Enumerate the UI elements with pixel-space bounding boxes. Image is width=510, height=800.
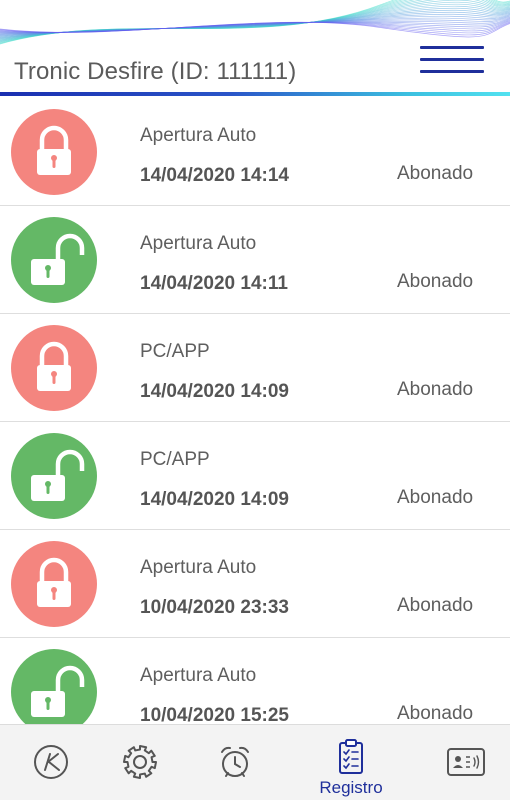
nav-item-registro[interactable]: Registro bbox=[300, 725, 402, 800]
log-status: Abonado bbox=[397, 703, 474, 724]
nav-item-alarm[interactable] bbox=[184, 725, 286, 800]
lock-state-badge bbox=[11, 649, 97, 724]
log-status: Abonado bbox=[397, 163, 474, 184]
log-row[interactable]: Apertura Auto 14/04/2020 14:14 Abonado bbox=[0, 98, 510, 206]
log-datetime: 14/04/2020 14:09 bbox=[140, 381, 289, 402]
log-datetime: 14/04/2020 14:14 bbox=[140, 165, 289, 186]
log-row[interactable]: Apertura Auto 10/04/2020 23:33 Abonado bbox=[0, 530, 510, 638]
nav-item-settings[interactable] bbox=[89, 725, 191, 800]
log-datetime: 10/04/2020 23:33 bbox=[140, 597, 289, 618]
log-datetime: 14/04/2020 14:09 bbox=[140, 489, 289, 510]
lock-state-badge bbox=[11, 433, 97, 519]
gear-icon bbox=[123, 745, 157, 779]
log-row[interactable]: Apertura Auto 10/04/2020 15:25 Abonado bbox=[0, 638, 510, 724]
alarm-clock-icon bbox=[221, 746, 249, 777]
k-logo-icon bbox=[34, 745, 68, 779]
access-log-list[interactable]: Apertura Auto 14/04/2020 14:14 Abonado A… bbox=[0, 98, 510, 724]
lock-state-badge bbox=[11, 109, 97, 195]
bottom-navigation-bar: Registro bbox=[0, 724, 510, 800]
nav-item-home[interactable] bbox=[0, 725, 102, 800]
log-source: PC/APP bbox=[140, 449, 210, 470]
clipboard-checklist-icon bbox=[339, 739, 363, 774]
log-status: Abonado bbox=[397, 487, 474, 508]
lock-closed-icon bbox=[37, 125, 71, 175]
menu-bar-icon bbox=[420, 58, 484, 61]
log-datetime: 10/04/2020 15:25 bbox=[140, 705, 289, 724]
lock-open-icon bbox=[31, 665, 85, 717]
lock-closed-icon bbox=[37, 341, 71, 391]
log-status: Abonado bbox=[397, 379, 474, 400]
menu-bar-icon bbox=[420, 70, 484, 73]
log-source: Apertura Auto bbox=[140, 125, 257, 146]
page-title: Tronic Desfire (ID: 111111) bbox=[14, 58, 297, 85]
id-card-icon bbox=[447, 748, 485, 776]
header-divider bbox=[0, 92, 510, 96]
lock-state-badge bbox=[11, 217, 97, 303]
log-row[interactable]: PC/APP 14/04/2020 14:09 Abonado bbox=[0, 314, 510, 422]
lock-closed-icon bbox=[37, 557, 71, 607]
menu-bar-icon bbox=[420, 46, 484, 49]
lock-state-badge bbox=[11, 541, 97, 627]
lock-state-badge bbox=[11, 325, 97, 411]
app-header: Tronic Desfire (ID: 111111) bbox=[0, 0, 510, 98]
log-row[interactable]: PC/APP 14/04/2020 14:09 Abonado bbox=[0, 422, 510, 530]
log-source: Apertura Auto bbox=[140, 233, 257, 254]
log-row[interactable]: Apertura Auto 14/04/2020 14:11 Abonado bbox=[0, 206, 510, 314]
log-datetime: 14/04/2020 14:11 bbox=[140, 273, 288, 294]
lock-open-icon bbox=[31, 449, 85, 501]
log-source: Apertura Auto bbox=[140, 557, 257, 578]
lock-open-icon bbox=[31, 233, 85, 285]
log-status: Abonado bbox=[397, 595, 474, 616]
log-source: PC/APP bbox=[140, 341, 210, 362]
log-source: Apertura Auto bbox=[140, 665, 257, 686]
nav-item-card[interactable] bbox=[414, 725, 510, 800]
nav-label-registro: Registro bbox=[319, 778, 383, 797]
log-status: Abonado bbox=[397, 271, 474, 292]
hamburger-menu-button[interactable] bbox=[416, 40, 488, 80]
